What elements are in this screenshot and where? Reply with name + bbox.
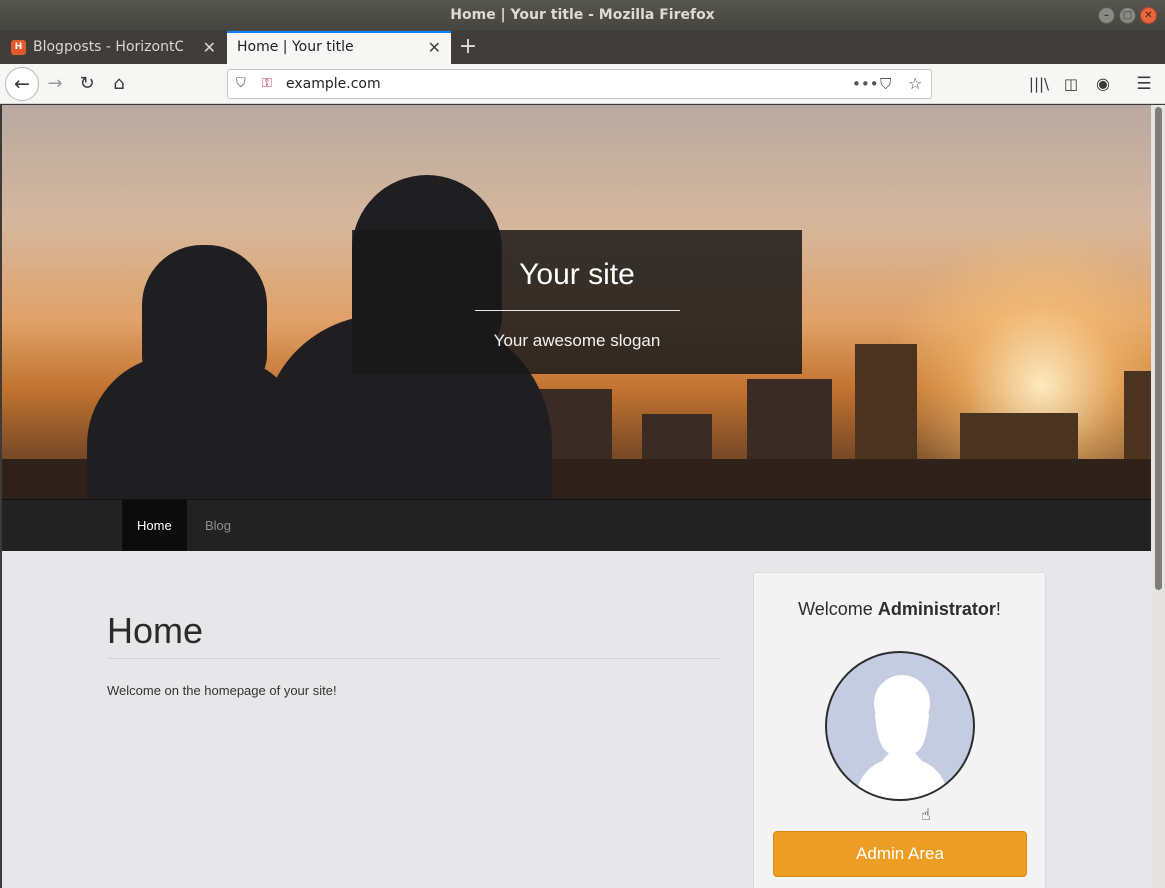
- menu-icon[interactable]: ☰: [1130, 70, 1158, 98]
- tab-home[interactable]: Home | Your title ✕: [227, 31, 451, 64]
- minimize-icon[interactable]: –: [1098, 7, 1115, 24]
- horizontcms-favicon-icon: H: [11, 40, 26, 55]
- user-silhouette-icon: [855, 675, 949, 799]
- welcome-message: Welcome Administrator!: [754, 599, 1045, 620]
- web-page: Your site Your awesome slogan Home Blog …: [2, 105, 1151, 888]
- hero-banner: Your site Your awesome slogan: [2, 105, 1151, 499]
- site-navigation: Home Blog: [2, 499, 1151, 551]
- username: Administrator: [877, 599, 996, 619]
- page-text: Welcome on the homepage of your site!: [107, 683, 337, 698]
- page-scrollbar[interactable]: [1151, 105, 1165, 888]
- shield-icon[interactable]: ⛉: [236, 70, 246, 98]
- library-icon[interactable]: |||\: [1025, 70, 1053, 98]
- site-title: Your site: [519, 258, 635, 291]
- forward-icon[interactable]: →: [41, 70, 69, 98]
- tab-strip: H Blogposts - HorizontCMS ✕ Home | Your …: [0, 31, 1165, 64]
- url-text[interactable]: example.com: [286, 70, 381, 98]
- maximize-icon[interactable]: □: [1119, 7, 1136, 24]
- hero-title-box: Your site Your awesome slogan: [352, 230, 802, 374]
- more-icon[interactable]: •••: [852, 70, 879, 98]
- home-icon[interactable]: ⌂: [105, 70, 133, 98]
- admin-area-button[interactable]: Admin Area: [773, 831, 1027, 877]
- window-title: Home | Your title - Mozilla Firefox: [450, 7, 715, 23]
- tab-blogposts[interactable]: H Blogposts - HorizontCMS ✕: [0, 31, 226, 64]
- nav-item-home[interactable]: Home: [122, 500, 187, 551]
- close-tab-icon[interactable]: ✕: [203, 31, 216, 64]
- bookmark-star-icon[interactable]: ☆: [908, 70, 922, 98]
- site-slogan: Your awesome slogan: [493, 331, 661, 350]
- new-tab-icon[interactable]: +: [456, 31, 480, 64]
- window-controls: – □ ✕: [1098, 7, 1157, 24]
- insecure-lock-icon[interactable]: ⚿: [262, 70, 272, 98]
- window-titlebar: Home | Your title - Mozilla Firefox – □ …: [0, 0, 1165, 31]
- sidebar-icon[interactable]: ◫: [1057, 70, 1085, 98]
- navigation-toolbar: ← → ↻ ⌂ ⛉ ⚿ example.com ••• ⛉ ☆ |||\ ◫ ◉…: [0, 64, 1165, 104]
- hand-cursor-icon: ☝: [921, 805, 931, 824]
- pocket-icon[interactable]: ⛉: [880, 70, 891, 98]
- account-icon[interactable]: ◉: [1089, 70, 1117, 98]
- close-window-icon[interactable]: ✕: [1140, 7, 1157, 24]
- title-divider: [107, 658, 720, 659]
- welcome-prefix: Welcome: [798, 599, 878, 619]
- url-bar[interactable]: ⛉ ⚿ example.com ••• ⛉ ☆: [227, 69, 932, 99]
- user-panel: Welcome Administrator! Admin Area: [753, 572, 1046, 888]
- nav-item-blog[interactable]: Blog: [190, 500, 246, 551]
- tab-label: Blogposts - HorizontCMS: [33, 39, 183, 55]
- tab-label: Home | Your title: [237, 39, 354, 55]
- welcome-suffix: !: [995, 599, 1001, 619]
- hero-divider: [474, 310, 680, 311]
- avatar[interactable]: [825, 651, 975, 801]
- page-title: Home: [107, 610, 204, 651]
- reload-icon[interactable]: ↻: [73, 70, 101, 98]
- scrollbar-thumb[interactable]: [1155, 107, 1162, 590]
- back-icon[interactable]: ←: [5, 67, 39, 101]
- close-tab-icon[interactable]: ✕: [428, 33, 441, 62]
